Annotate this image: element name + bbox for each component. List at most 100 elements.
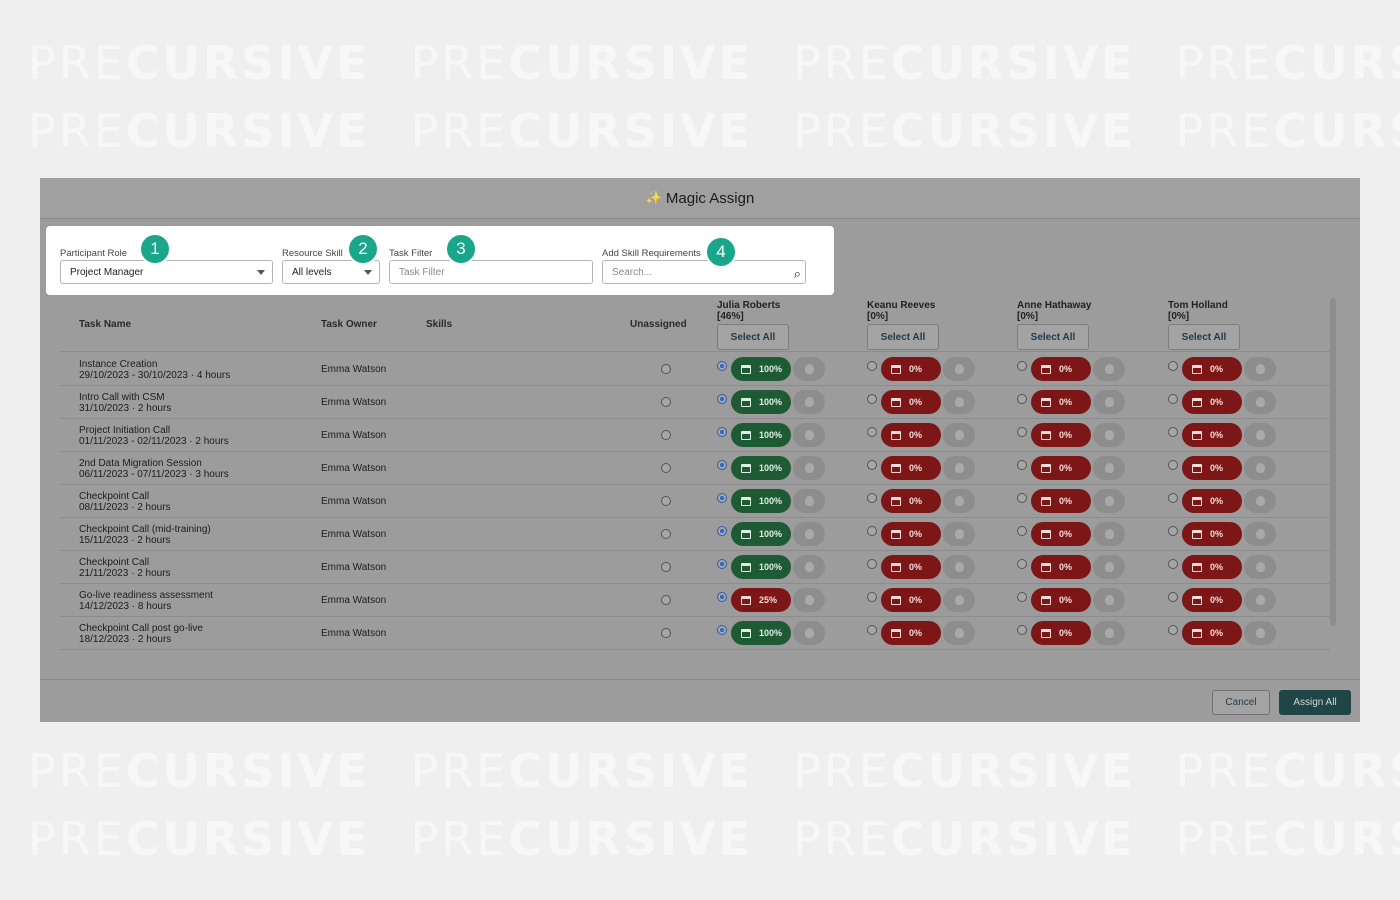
assign-radio[interactable] (1017, 460, 1027, 470)
skill-match-button[interactable] (793, 423, 825, 447)
assign-radio[interactable] (717, 493, 727, 503)
assign-radio[interactable] (1168, 460, 1178, 470)
assign-radio[interactable] (867, 559, 877, 569)
skill-match-button[interactable] (1244, 588, 1276, 612)
skill-match-button[interactable] (943, 489, 975, 513)
skill-match-button[interactable] (1244, 621, 1276, 645)
skill-match-button[interactable] (1093, 390, 1125, 414)
skill-match-button[interactable] (1093, 456, 1125, 480)
unassigned-radio[interactable] (661, 397, 671, 407)
skill-match-button[interactable] (1244, 555, 1276, 579)
assign-all-button[interactable]: Assign All (1279, 690, 1351, 715)
skill-match-button[interactable] (943, 522, 975, 546)
unassigned-radio[interactable] (661, 496, 671, 506)
assign-radio[interactable] (1017, 394, 1027, 404)
skill-match-button[interactable] (943, 621, 975, 645)
assign-radio[interactable] (1168, 592, 1178, 602)
assign-radio[interactable] (1017, 592, 1027, 602)
select-all-button[interactable]: Select All (867, 324, 939, 350)
assign-radio[interactable] (717, 361, 727, 371)
skill-match-button[interactable] (1093, 555, 1125, 579)
assign-radio[interactable] (1017, 427, 1027, 437)
skill-match-button[interactable] (793, 456, 825, 480)
assign-radio[interactable] (1168, 361, 1178, 371)
skill-match-button[interactable] (793, 555, 825, 579)
skill-match-button[interactable] (943, 357, 975, 381)
assign-radio[interactable] (1017, 361, 1027, 371)
lightbulb-icon (1104, 364, 1114, 374)
table-scrollbar[interactable] (1330, 298, 1336, 626)
skill-match-button[interactable] (793, 357, 825, 381)
assign-radio[interactable] (1168, 427, 1178, 437)
skill-match-button[interactable] (1244, 390, 1276, 414)
skill-match-button[interactable] (943, 456, 975, 480)
skill-match-button[interactable] (1093, 588, 1125, 612)
assign-radio[interactable] (1017, 526, 1027, 536)
assign-radio[interactable] (867, 394, 877, 404)
availability-pill: 100% (731, 357, 791, 381)
assign-radio[interactable] (867, 493, 877, 503)
task-filter-input[interactable]: Task Filter (389, 260, 593, 284)
skill-match-button[interactable] (793, 522, 825, 546)
assign-radio[interactable] (1017, 625, 1027, 635)
skill-match-button[interactable] (793, 588, 825, 612)
assign-radio[interactable] (867, 526, 877, 536)
skill-match-button[interactable] (943, 423, 975, 447)
calendar-icon (741, 397, 751, 407)
task-dates: 08/11/2023 · 2 hours (79, 502, 171, 513)
assign-radio[interactable] (1017, 559, 1027, 569)
assign-radio[interactable] (717, 460, 727, 470)
assign-radio[interactable] (1168, 526, 1178, 536)
skill-match-button[interactable] (943, 390, 975, 414)
skill-match-button[interactable] (1244, 489, 1276, 513)
availability-pill: 0% (1031, 423, 1091, 447)
participant-role-select[interactable]: Project Manager (60, 260, 273, 284)
assign-radio[interactable] (1168, 493, 1178, 503)
skill-match-button[interactable] (1093, 522, 1125, 546)
availability-pill: 0% (881, 555, 941, 579)
skill-match-button[interactable] (1244, 423, 1276, 447)
unassigned-radio[interactable] (661, 628, 671, 638)
unassigned-radio[interactable] (661, 529, 671, 539)
assign-radio[interactable] (867, 592, 877, 602)
availability-value: 0% (1059, 529, 1073, 539)
unassigned-radio[interactable] (661, 430, 671, 440)
assign-radio[interactable] (717, 625, 727, 635)
assign-radio[interactable] (717, 559, 727, 569)
unassigned-radio[interactable] (661, 595, 671, 605)
unassigned-radio[interactable] (661, 463, 671, 473)
skill-search-input[interactable]: Search... ⌕ (602, 260, 806, 284)
assign-radio[interactable] (717, 427, 727, 437)
skill-match-button[interactable] (793, 390, 825, 414)
assign-radio[interactable] (1168, 559, 1178, 569)
skill-match-button[interactable] (1244, 522, 1276, 546)
select-all-button[interactable]: Select All (1017, 324, 1089, 350)
skill-match-button[interactable] (1093, 357, 1125, 381)
unassigned-radio[interactable] (661, 562, 671, 572)
assign-radio[interactable] (867, 625, 877, 635)
skill-match-button[interactable] (1244, 357, 1276, 381)
assign-radio[interactable] (717, 526, 727, 536)
assign-radio[interactable] (717, 592, 727, 602)
unassigned-radio[interactable] (661, 364, 671, 374)
search-clear-icon[interactable]: ⌕ (794, 266, 801, 282)
skill-match-button[interactable] (793, 621, 825, 645)
assign-radio[interactable] (867, 361, 877, 371)
calendar-icon (741, 364, 751, 374)
skill-match-button[interactable] (943, 588, 975, 612)
cancel-button[interactable]: Cancel (1212, 690, 1270, 715)
assign-radio[interactable] (867, 427, 877, 437)
skill-match-button[interactable] (1093, 489, 1125, 513)
skill-match-button[interactable] (1244, 456, 1276, 480)
assign-radio[interactable] (867, 460, 877, 470)
skill-match-button[interactable] (1093, 621, 1125, 645)
assign-radio[interactable] (1017, 493, 1027, 503)
assign-radio[interactable] (717, 394, 727, 404)
skill-match-button[interactable] (793, 489, 825, 513)
assign-radio[interactable] (1168, 625, 1178, 635)
skill-match-button[interactable] (943, 555, 975, 579)
skill-match-button[interactable] (1093, 423, 1125, 447)
select-all-button[interactable]: Select All (717, 324, 789, 350)
select-all-button[interactable]: Select All (1168, 324, 1240, 350)
assign-radio[interactable] (1168, 394, 1178, 404)
